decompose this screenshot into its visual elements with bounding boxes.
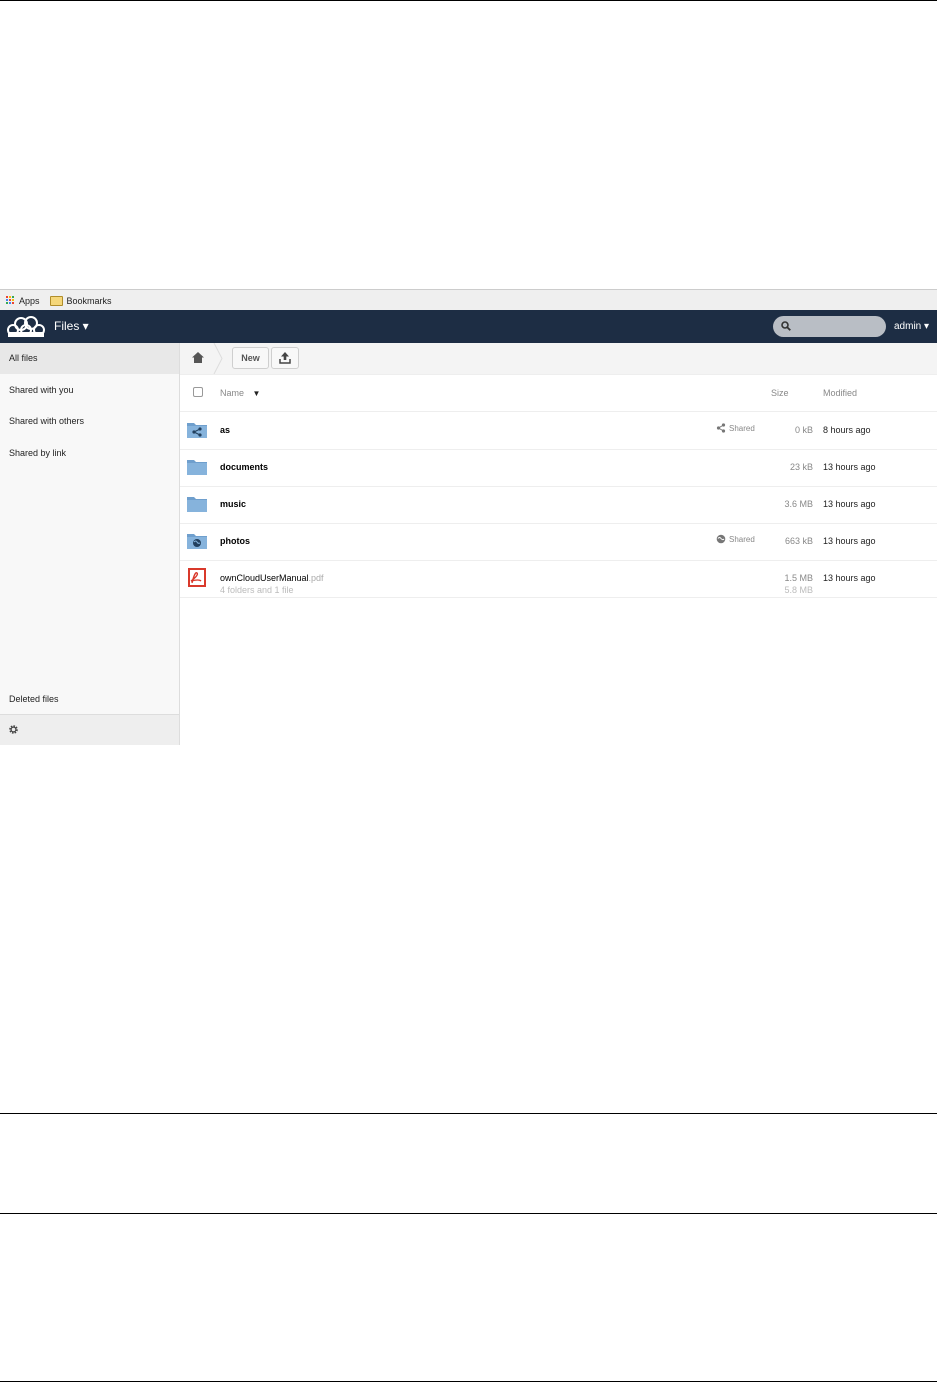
file-name[interactable]: documents <box>220 462 268 472</box>
pdf-icon <box>188 568 206 587</box>
file-modified: 13 hours ago <box>823 573 876 583</box>
sidebar-item-all-files[interactable]: All files <box>0 343 179 374</box>
table-row[interactable]: ownCloudUserManual.pdf 1.5 MB 13 hours a… <box>180 560 937 598</box>
file-modified: 13 hours ago <box>823 536 876 546</box>
shared-folder-icon <box>187 423 207 438</box>
share-label: Shared <box>729 534 755 544</box>
file-extension: .pdf <box>308 573 324 583</box>
file-name[interactable]: as <box>220 425 230 435</box>
upload-icon <box>279 352 291 364</box>
file-size: 23 kB <box>789 462 813 472</box>
file-summary-size: 5.8 MB <box>784 585 813 595</box>
column-size[interactable]: Size <box>771 388 789 398</box>
app-header: Files ▾ admin ▾ <box>0 310 937 343</box>
upload-button[interactable] <box>271 347 299 369</box>
sort-indicator-icon: ▼ <box>252 389 261 398</box>
app-menu[interactable]: Files ▾ <box>54 319 89 333</box>
file-modified: 8 hours ago <box>823 425 871 435</box>
owncloud-screenshot: Apps Bookmarks Files ▾ admin ▾ All files… <box>0 289 937 745</box>
file-summary: 4 folders and 1 file <box>220 585 294 595</box>
search-input[interactable] <box>773 316 886 337</box>
file-size: 0 kB <box>794 425 813 435</box>
share-status[interactable]: Shared <box>716 423 755 433</box>
share-label: Shared <box>729 423 755 433</box>
share-status[interactable]: Shared <box>716 534 755 544</box>
folder-icon <box>49 295 63 306</box>
file-modified: 13 hours ago <box>823 462 876 472</box>
folder-icon <box>187 497 207 512</box>
file-name-base: ownCloudUserManual <box>220 573 309 583</box>
bookmarks-bar: Apps Bookmarks <box>0 289 937 311</box>
user-menu[interactable]: admin ▾ <box>894 321 929 332</box>
bookmarks-label: Bookmarks <box>66 295 112 306</box>
table-row[interactable]: as Shared 0 kB 8 hours ago <box>180 412 937 450</box>
rule <box>0 1213 937 1214</box>
sidebar-item-shared-with-others[interactable]: Shared with others <box>0 406 179 437</box>
file-name[interactable]: photos <box>220 536 250 546</box>
link-folder-icon <box>187 534 207 549</box>
file-list-area: New Name ▼ Size Modified as Shared 0 kB … <box>180 343 937 745</box>
controls-bar: New <box>180 343 937 375</box>
gear-icon <box>9 725 18 734</box>
sidebar-item-shared-with-you[interactable]: Shared with you <box>0 375 179 406</box>
select-all-checkbox[interactable] <box>193 387 203 397</box>
share-icon <box>716 423 726 433</box>
apps-link[interactable]: Apps <box>6 296 40 306</box>
new-button[interactable]: New <box>232 347 269 369</box>
sidebar-item-deleted-files[interactable]: Deleted files <box>0 684 179 715</box>
file-size: 663 kB <box>784 536 813 546</box>
file-size: 1.5 MB <box>784 573 813 583</box>
search-icon <box>781 321 791 331</box>
sidebar: All files Shared with you Shared with ot… <box>0 343 180 745</box>
column-name[interactable]: Name ▼ <box>220 388 260 398</box>
breadcrumb-separator-icon <box>213 343 223 374</box>
folder-icon <box>187 460 207 475</box>
sidebar-item-shared-by-link[interactable]: Shared by link <box>0 438 179 469</box>
public-link-icon <box>716 534 726 544</box>
file-size: 3.6 MB <box>784 499 813 509</box>
column-modified[interactable]: Modified <box>823 388 857 398</box>
table-row[interactable]: music 3.6 MB 13 hours ago <box>180 486 937 524</box>
bookmarks-folder[interactable]: Bookmarks <box>49 295 112 306</box>
home-icon[interactable] <box>192 352 204 363</box>
column-name-label: Name <box>220 388 245 398</box>
apps-label: Apps <box>19 295 40 306</box>
file-name[interactable]: music <box>220 499 246 509</box>
top-rule <box>0 0 937 1</box>
table-row[interactable]: photos Shared 663 kB 13 hours ago <box>180 523 937 561</box>
file-modified: 13 hours ago <box>823 499 876 509</box>
file-list-header: Name ▼ Size Modified <box>180 374 937 412</box>
table-row[interactable]: documents 23 kB 13 hours ago <box>180 449 937 487</box>
rule <box>0 1113 937 1114</box>
apps-grid-icon <box>6 296 15 305</box>
owncloud-logo-icon <box>7 316 45 337</box>
file-name[interactable]: ownCloudUserManual.pdf <box>220 573 324 583</box>
settings-bar[interactable] <box>0 714 179 745</box>
